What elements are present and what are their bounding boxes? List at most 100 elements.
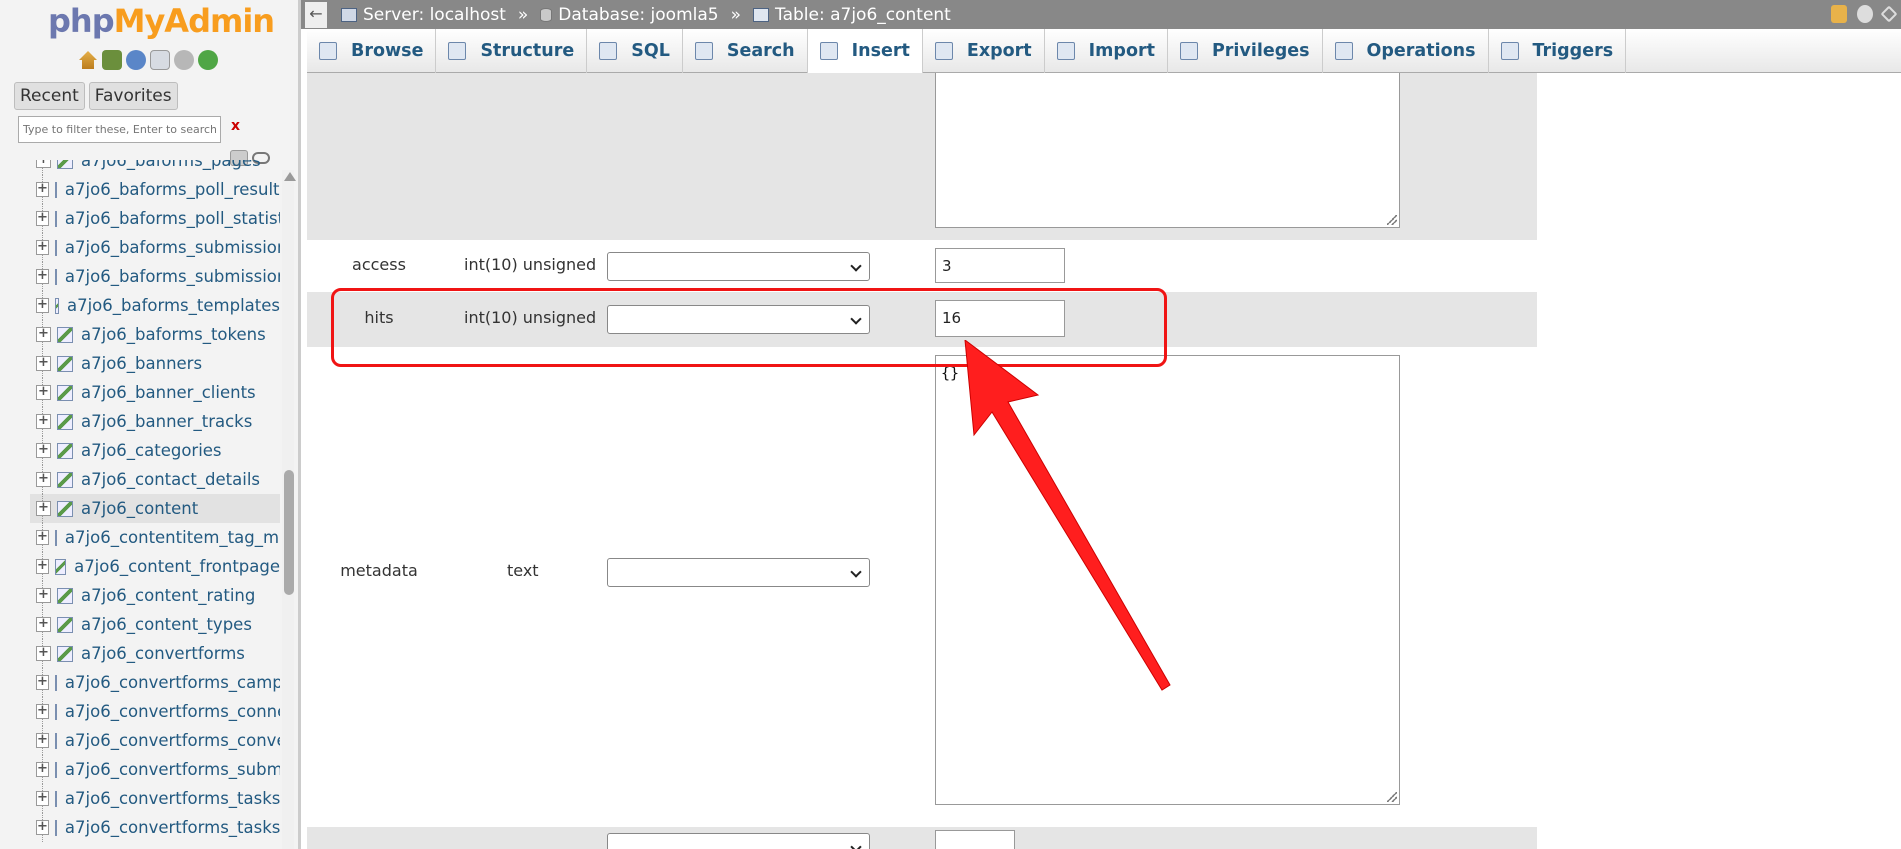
gear-icon[interactable] bbox=[1857, 5, 1873, 23]
next-value-input[interactable] bbox=[935, 830, 1015, 849]
tab-export[interactable]: Export bbox=[923, 29, 1045, 73]
logout-icon[interactable] bbox=[102, 50, 122, 70]
table-name-link[interactable]: a7jo6_baforms_submissions_ bbox=[65, 267, 280, 286]
table-structure-icon[interactable] bbox=[54, 674, 57, 691]
table-name-link[interactable]: a7jo6_content_rating bbox=[81, 586, 255, 605]
collapse-icon[interactable] bbox=[1880, 5, 1898, 23]
table-name-link[interactable]: a7jo6_convertforms_campaigns bbox=[65, 673, 280, 692]
table-structure-icon[interactable] bbox=[57, 160, 73, 169]
expand-icon[interactable]: + bbox=[36, 559, 49, 574]
previous-value-textarea[interactable] bbox=[935, 73, 1400, 228]
expand-icon[interactable]: + bbox=[36, 240, 49, 255]
expand-icon[interactable]: + bbox=[36, 733, 49, 748]
table-tree-item[interactable]: + a7jo6_baforms_submissions bbox=[30, 233, 280, 262]
table-structure-icon[interactable] bbox=[57, 587, 73, 604]
table-tree-item[interactable]: + a7jo6_content_types bbox=[30, 610, 280, 639]
table-structure-icon[interactable] bbox=[54, 239, 57, 256]
documentation-icon[interactable] bbox=[150, 50, 170, 70]
table-tree-item[interactable]: + a7jo6_convertforms_submissions bbox=[30, 755, 280, 784]
table-name-link[interactable]: a7jo6_content bbox=[81, 499, 198, 518]
expand-icon[interactable]: + bbox=[36, 588, 51, 603]
phpmyadmin-logo[interactable]: phpMyAdmin bbox=[48, 2, 275, 40]
expand-icon[interactable]: + bbox=[36, 269, 49, 284]
table-tree-item[interactable]: + a7jo6_baforms_poll_results bbox=[30, 175, 280, 204]
table-structure-icon[interactable] bbox=[57, 442, 73, 459]
table-tree-item[interactable]: + a7jo6_baforms_poll_statistics bbox=[30, 204, 280, 233]
table-structure-icon[interactable] bbox=[54, 268, 57, 285]
expand-icon[interactable]: + bbox=[36, 762, 49, 777]
expand-icon[interactable]: + bbox=[36, 530, 49, 545]
table-tree-item[interactable]: + a7jo6_contentitem_tag_map bbox=[30, 523, 280, 552]
favorites-tab[interactable]: Favorites bbox=[88, 82, 178, 110]
table-structure-icon[interactable] bbox=[57, 500, 73, 517]
tab-import[interactable]: Import bbox=[1045, 29, 1168, 73]
resize-grip-icon[interactable] bbox=[1387, 215, 1397, 225]
expand-icon[interactable]: + bbox=[36, 298, 49, 313]
table-tree-item[interactable]: + a7jo6_baforms_submissions_ bbox=[30, 262, 280, 291]
expand-icon[interactable]: + bbox=[36, 646, 51, 661]
table-structure-icon[interactable] bbox=[57, 355, 73, 372]
tab-privileges[interactable]: Privileges bbox=[1168, 29, 1323, 73]
table-structure-icon[interactable] bbox=[57, 413, 73, 430]
table-structure-icon[interactable] bbox=[54, 819, 57, 836]
expand-icon[interactable]: + bbox=[36, 414, 51, 429]
nav-scrollbar-thumb[interactable] bbox=[284, 470, 294, 595]
expand-icon[interactable]: + bbox=[36, 182, 49, 197]
table-name-link[interactable]: a7jo6_baforms_poll_results bbox=[65, 180, 280, 199]
table-tree-item[interactable]: + a7jo6_content_rating bbox=[30, 581, 280, 610]
table-name-link[interactable]: a7jo6_content_types bbox=[81, 615, 252, 634]
table-structure-icon[interactable] bbox=[57, 326, 73, 343]
table-name-link[interactable]: a7jo6_convertforms_tasks_ bbox=[65, 818, 280, 837]
tab-insert[interactable]: Insert bbox=[807, 29, 923, 74]
hits-value-input[interactable]: 16 bbox=[935, 300, 1065, 337]
expand-icon[interactable]: + bbox=[36, 704, 49, 719]
table-tree-item[interactable]: + a7jo6_contact_details bbox=[30, 465, 280, 494]
metadata-value-textarea[interactable]: {} bbox=[935, 355, 1400, 805]
table-name-link[interactable]: a7jo6_banner_clients bbox=[81, 383, 256, 402]
table-name-link[interactable]: a7jo6_content_frontpage bbox=[74, 557, 280, 576]
settings-icon[interactable] bbox=[174, 50, 194, 70]
expand-icon[interactable]: + bbox=[36, 617, 51, 632]
table-tree-item[interactable]: + a7jo6_convertforms_tasks bbox=[30, 784, 280, 813]
table-name-link[interactable]: a7jo6_convertforms_tasks bbox=[65, 789, 280, 808]
table-structure-icon[interactable] bbox=[54, 529, 57, 546]
function-select[interactable] bbox=[607, 833, 870, 849]
tab-search[interactable]: Search bbox=[683, 29, 808, 73]
table-name-link[interactable]: a7jo6_convertforms_submissions bbox=[65, 760, 280, 779]
table-name-link[interactable]: a7jo6_convertforms_connections bbox=[65, 702, 280, 721]
table-structure-icon[interactable] bbox=[54, 210, 57, 227]
table-structure-icon[interactable] bbox=[54, 732, 57, 749]
lock-icon[interactable] bbox=[1831, 5, 1847, 23]
table-name-link[interactable]: a7jo6_baforms_submissions bbox=[65, 238, 280, 257]
tab-triggers[interactable]: Triggers bbox=[1489, 29, 1627, 73]
scroll-up-arrow-icon[interactable] bbox=[284, 172, 296, 181]
table-name-link[interactable]: a7jo6_convertforms bbox=[81, 644, 245, 663]
table-structure-icon[interactable] bbox=[54, 297, 59, 314]
table-name-link[interactable]: a7jo6_categories bbox=[81, 441, 222, 460]
function-select[interactable] bbox=[607, 558, 870, 587]
tab-browse[interactable]: Browse bbox=[307, 29, 437, 73]
table-tree-item[interactable]: + a7jo6_banner_tracks bbox=[30, 407, 280, 436]
table-structure-icon[interactable] bbox=[54, 558, 67, 575]
access-value-input[interactable]: 3 bbox=[935, 248, 1065, 283]
expand-icon[interactable]: + bbox=[36, 791, 49, 806]
expand-icon[interactable]: + bbox=[36, 472, 51, 487]
function-select[interactable] bbox=[607, 252, 870, 281]
table-filter-input[interactable] bbox=[18, 116, 221, 143]
filter-clear-button[interactable]: x bbox=[231, 118, 240, 134]
table-structure-icon[interactable] bbox=[57, 471, 73, 488]
table-tree-item[interactable]: + a7jo6_banner_clients bbox=[30, 378, 280, 407]
tab-structure[interactable]: Structure bbox=[436, 29, 588, 73]
table-tree-item[interactable]: + a7jo6_baforms_tokens bbox=[30, 320, 280, 349]
function-select[interactable] bbox=[607, 305, 870, 334]
expand-icon[interactable]: + bbox=[36, 211, 49, 226]
table-tree-item[interactable]: + a7jo6_baforms_pages bbox=[30, 160, 280, 175]
table-name-link[interactable]: a7jo6_baforms_templates bbox=[67, 296, 280, 315]
table-tree-item[interactable]: + a7jo6_content bbox=[30, 494, 280, 523]
table-name-link[interactable]: a7jo6_baforms_tokens bbox=[81, 325, 266, 344]
table-tree-item[interactable]: + a7jo6_baforms_templates bbox=[30, 291, 280, 320]
table-tree-item[interactable]: + a7jo6_convertforms_tasks_ bbox=[30, 813, 280, 842]
breadcrumb-database[interactable]: Database: joomla5 bbox=[540, 5, 719, 25]
breadcrumb-table[interactable]: Table: a7jo6_content bbox=[753, 5, 951, 25]
table-name-link[interactable]: a7jo6_banner_tracks bbox=[81, 412, 252, 431]
